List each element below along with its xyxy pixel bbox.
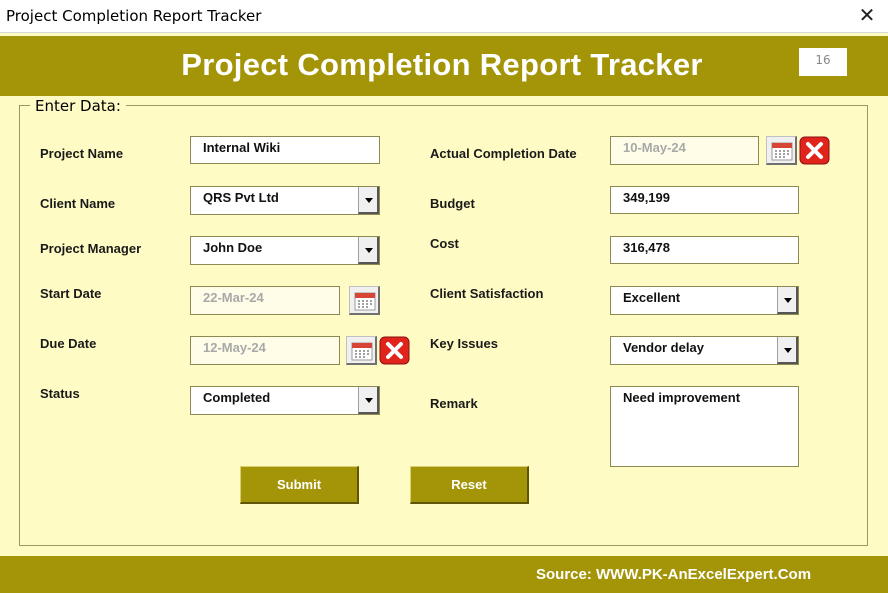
close-icon[interactable]: ✕ [856,3,878,27]
due-date-calendar-button[interactable] [346,336,377,365]
chevron-down-icon[interactable] [777,287,798,314]
actual-completion-date-clear-button[interactable] [799,136,830,165]
client-satisfaction-combo[interactable]: Excellent [610,286,799,315]
start-date-calendar-button[interactable] [349,286,380,315]
budget-input[interactable]: 349,199 [610,186,799,214]
status-value: Completed [203,390,271,405]
chevron-down-icon[interactable] [358,387,379,414]
project-manager-label: Project Manager [40,241,142,256]
page-title: Project Completion Report Tracker [181,47,703,82]
client-name-value: QRS Pvt Ltd [203,190,279,205]
client-name-label: Client Name [40,196,116,211]
chevron-down-icon[interactable] [358,187,379,214]
remark-label: Remark [430,396,478,411]
project-name-label: Project Name [40,146,124,161]
cost-label: Cost [430,236,459,251]
cost-input[interactable]: 316,478 [610,236,799,264]
calendar-icon [351,342,373,361]
actual-completion-date-calendar-button[interactable] [766,136,797,165]
chevron-down-icon[interactable] [777,337,798,364]
footer-band: Source: WWW.PK-AnExcelExpert.Com [0,556,888,593]
status-label: Status [40,386,80,401]
budget-label: Budget [430,196,475,211]
source-credit: Source: WWW.PK-AnExcelExpert.Com [536,566,812,583]
start-date-label: Start Date [40,286,102,301]
project-manager-combo[interactable]: John Doe [190,236,380,265]
actual-completion-date-label: Actual Completion Date [430,146,577,161]
reset-button[interactable]: Reset [410,466,529,504]
chevron-down-icon[interactable] [358,237,379,264]
due-date-label: Due Date [40,336,97,351]
due-date-clear-button[interactable] [379,336,410,365]
window-titlebar: Project Completion Report Tracker ✕ [0,0,888,33]
status-combo[interactable]: Completed [190,386,380,415]
frame-label: Enter Data: [30,97,126,115]
key-issues-value: Vendor delay [623,340,704,355]
project-manager-value: John Doe [203,240,263,255]
due-date-input[interactable]: 12-May-24 [190,336,340,365]
record-number-box: 16 [799,48,847,76]
window-title: Project Completion Report Tracker [6,7,262,25]
actual-completion-date-input[interactable]: 10-May-24 [610,136,759,165]
clear-x-icon [799,136,830,165]
submit-button[interactable]: Submit [240,466,359,504]
key-issues-label: Key Issues [430,336,498,351]
client-name-combo[interactable]: QRS Pvt Ltd [190,186,380,215]
header-banner: Project Completion Report Tracker 16 [0,36,888,96]
key-issues-combo[interactable]: Vendor delay [610,336,799,365]
remark-textarea[interactable]: Need improvement [610,386,799,467]
start-date-input[interactable]: 22-Mar-24 [190,286,340,315]
clear-x-icon [379,336,410,365]
client-satisfaction-label: Client Satisfaction [430,286,544,301]
client-satisfaction-value: Excellent [623,290,681,305]
project-name-input[interactable]: Internal Wiki [190,136,380,164]
calendar-icon [771,142,793,161]
calendar-icon [354,292,376,311]
